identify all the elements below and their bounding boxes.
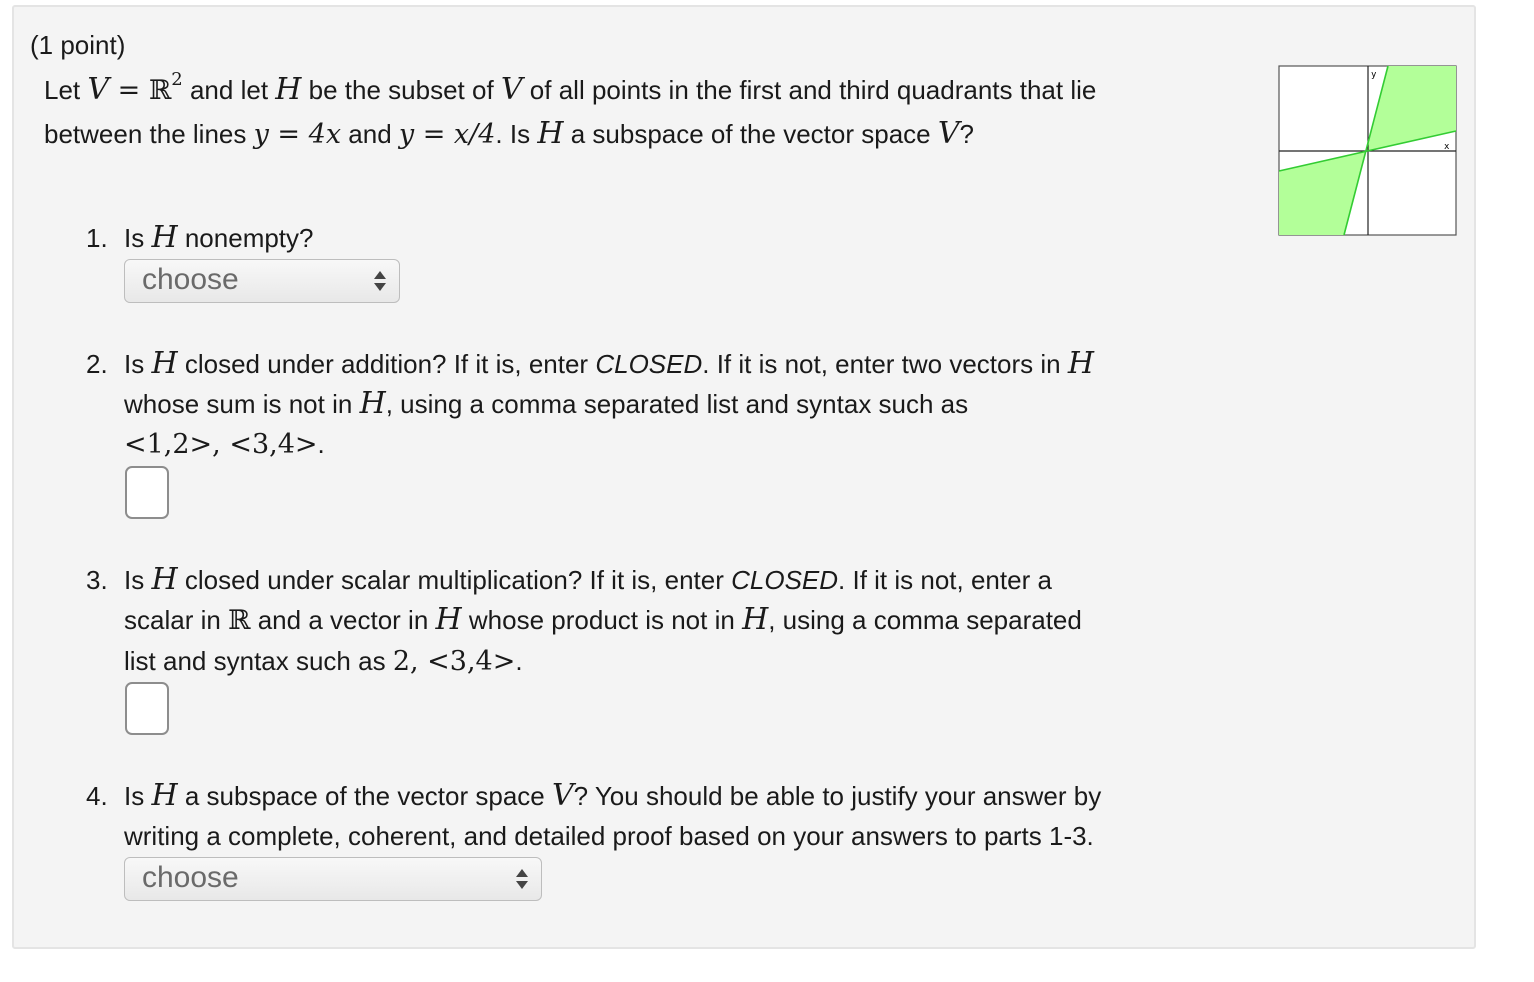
question-number: 4. — [86, 781, 108, 811]
addition-answer-input[interactable] — [125, 466, 169, 519]
select-arrows-icon — [516, 869, 528, 889]
scalar-answer-input[interactable] — [125, 682, 169, 735]
question-number: 3. — [86, 565, 108, 595]
question-text: Is H closed under addition? If it is, en… — [124, 346, 1095, 460]
statement-line-2: between the lines y = 4x and y = x/4. Is… — [44, 116, 974, 151]
question-number: 2. — [86, 349, 108, 379]
question-text: Is H closed under scalar multiplication?… — [124, 562, 1082, 677]
statement-line-1: Let V = ℝ2 and let H be the subset of V … — [44, 69, 1097, 107]
question-text: Is H nonempty? — [124, 220, 314, 255]
select-arrows-icon — [374, 271, 386, 291]
question-number: 1. — [86, 223, 108, 253]
problem-statement: Let V = ℝ2 and let H be the subset of V … — [44, 69, 1244, 155]
points-label: (1 point) — [30, 30, 126, 60]
question-text: Is H a subspace of the vector space V? Y… — [124, 778, 1102, 851]
region-graph: y x — [1278, 65, 1457, 236]
subspace-select[interactable]: choose — [124, 857, 542, 901]
nonempty-select[interactable]: choose — [124, 259, 400, 303]
y-axis-label: y — [1371, 70, 1377, 80]
x-axis-label: x — [1444, 142, 1450, 152]
